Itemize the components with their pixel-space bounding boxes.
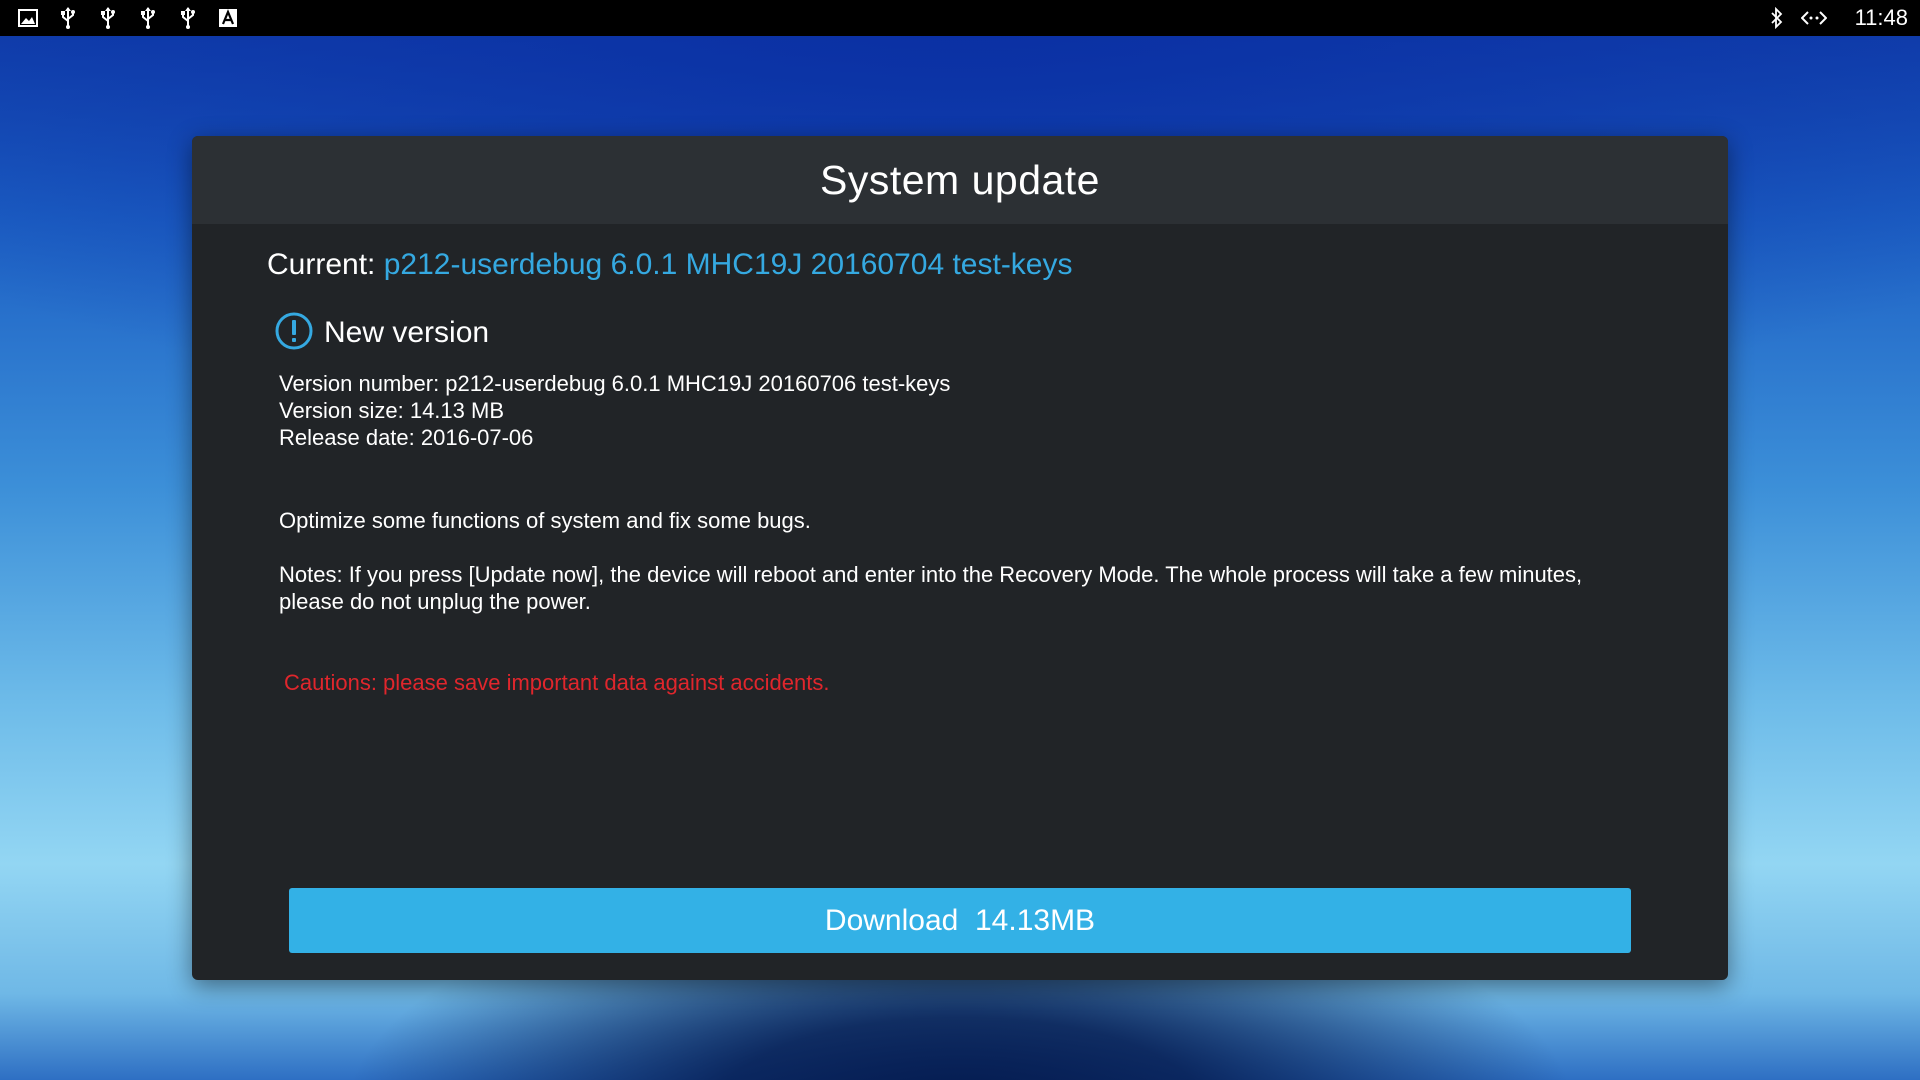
current-version: Current: p212-userdebug 6.0.1 MHC19J 201… (267, 248, 1073, 282)
caution-warning: Cautions: please save important data aga… (284, 670, 830, 695)
dialog-title: System update (820, 156, 1100, 203)
download-button[interactable]: Download 14.13MB (289, 888, 1631, 953)
usb-icon[interactable] (178, 7, 198, 29)
system-status-icons: 11:48 (1767, 0, 1908, 36)
version-number: Version number: p212-userdebug 6.0.1 MHC… (279, 371, 951, 396)
new-version-label: New version (324, 316, 490, 349)
bluetooth-icon (1767, 7, 1787, 29)
usb-icon[interactable] (98, 7, 118, 29)
update-description: Optimize some functions of system and fi… (279, 508, 811, 533)
release-date: Release date: 2016-07-06 (279, 425, 534, 450)
update-notes: Notes: If you press [Update now], the de… (279, 562, 1583, 614)
clock: 11:48 (1854, 5, 1908, 30)
version-size: Version size: 14.13 MB (279, 398, 505, 423)
info-alert-icon (274, 311, 314, 356)
notification-icons (18, 0, 238, 36)
system-update-dialog: System update Current: p212-userdebug 6.… (192, 136, 1728, 980)
new-version-heading: New version (274, 312, 489, 354)
image-icon[interactable] (18, 8, 38, 28)
keyboard-icon[interactable] (218, 8, 238, 28)
version-details: Version number: p212-userdebug 6.0.1 MHC… (279, 370, 950, 451)
usb-icon[interactable] (138, 7, 158, 29)
dialog-header: System update (192, 136, 1728, 224)
current-label: Current: (267, 248, 384, 281)
current-version-value: p212-userdebug 6.0.1 MHC19J 20160704 tes… (383, 248, 1073, 281)
ethernet-icon (1800, 8, 1827, 28)
status-bar: 11:48 (0, 0, 1920, 36)
usb-icon[interactable] (58, 7, 78, 29)
